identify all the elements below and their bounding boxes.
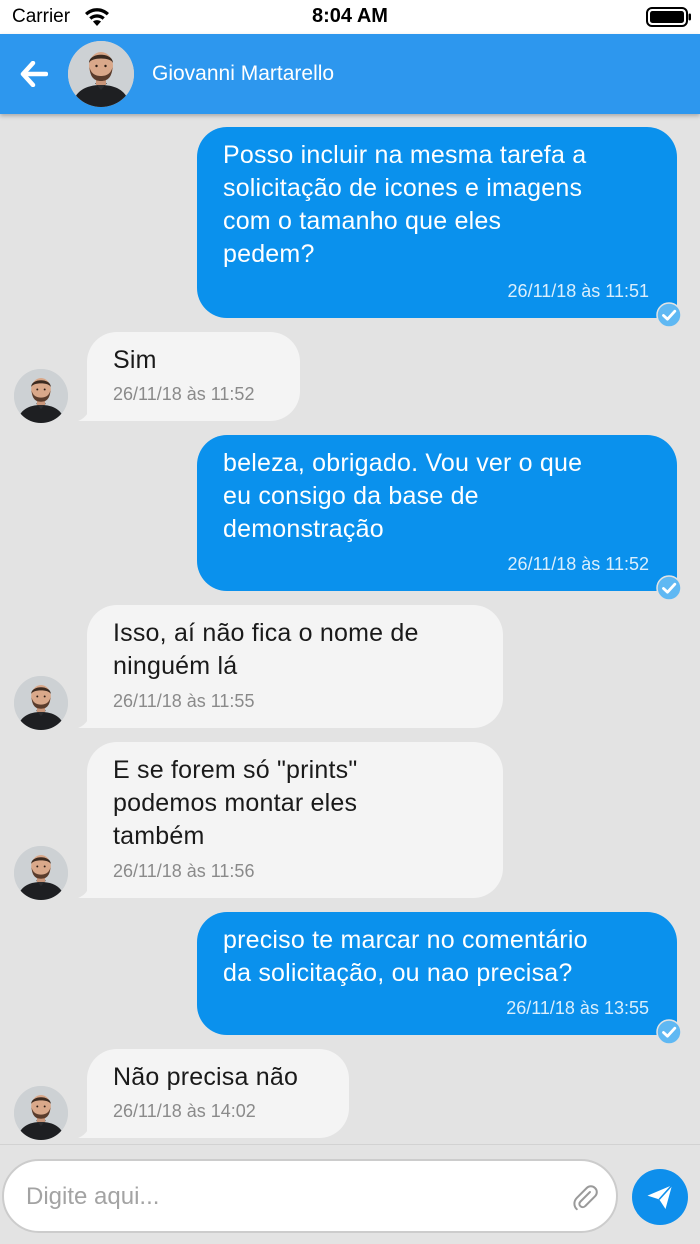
contact-avatar[interactable] (68, 41, 134, 107)
paperclip-icon[interactable] (570, 1183, 600, 1213)
composer-bar (0, 1144, 700, 1244)
message-text: beleza, obrigado. Vou ver o que eu consi… (223, 449, 583, 543)
message-bubble-incoming[interactable]: Isso, aí não fica o nome de ninguém lá 2… (87, 605, 503, 728)
message-timestamp: 26/11/18 às 13:55 (506, 998, 649, 1018)
chat-header: Giovanni Martarello (0, 34, 700, 114)
message-bubble-outgoing[interactable]: Posso incluir na mesma tarefa a solicita… (197, 127, 677, 318)
clock-time: 8:04 AM (312, 5, 388, 27)
avatar-photo (14, 1086, 68, 1140)
avatar-photo (14, 676, 68, 730)
message-bubble-incoming[interactable]: E se forem só "prints" podemos montar el… (87, 742, 503, 898)
sender-avatar[interactable] (14, 1086, 68, 1140)
check-circle-icon (656, 302, 682, 328)
message-text: Não precisa não (113, 1063, 299, 1091)
message-text: Posso incluir na mesma tarefa a solicita… (223, 141, 587, 268)
message-bubble-incoming[interactable]: Sim 26/11/18 às 11:52 (87, 332, 300, 421)
check-circle-icon (656, 575, 682, 601)
avatar-photo (14, 846, 68, 900)
avatar-photo (68, 41, 134, 107)
message-text: preciso te marcar no comentário da solic… (223, 926, 588, 987)
sender-avatar[interactable] (14, 676, 68, 730)
message-timestamp: 26/11/18 às 11:55 (113, 691, 255, 711)
message-input[interactable] (24, 1161, 548, 1233)
battery-icon (646, 7, 691, 27)
message-bubble-outgoing[interactable]: preciso te marcar no comentário da solic… (197, 912, 677, 1035)
message-timestamp: 26/11/18 às 11:56 (113, 861, 255, 881)
message-timestamp: 26/11/18 às 11:52 (507, 554, 649, 574)
message-bubble-outgoing[interactable]: beleza, obrigado. Vou ver o que eu consi… (197, 435, 677, 591)
contact-name[interactable]: Giovanni Martarello (152, 62, 334, 86)
message-text: E se forem só "prints" podemos montar el… (113, 756, 358, 850)
status-bar: Carrier 8:04 AM (0, 0, 700, 34)
message-text: Isso, aí não fica o nome de ninguém lá (113, 619, 419, 680)
avatar-photo (14, 369, 68, 423)
sender-avatar[interactable] (14, 369, 68, 423)
message-timestamp: 26/11/18 às 11:51 (507, 281, 649, 301)
message-text: Sim (113, 346, 157, 374)
message-list[interactable]: Posso incluir na mesma tarefa a solicita… (0, 114, 700, 1144)
message-bubble-incoming[interactable]: Não precisa não 26/11/18 às 14:02 (87, 1049, 349, 1138)
message-input-container[interactable] (2, 1159, 618, 1233)
sender-avatar[interactable] (14, 846, 68, 900)
back-button[interactable] (14, 54, 54, 94)
message-timestamp: 26/11/18 às 14:02 (113, 1101, 256, 1121)
arrow-left-icon (20, 61, 48, 87)
message-timestamp: 26/11/18 às 11:52 (113, 384, 255, 404)
send-icon (647, 1184, 673, 1209)
send-button[interactable] (632, 1169, 688, 1225)
check-circle-icon (656, 1019, 682, 1045)
